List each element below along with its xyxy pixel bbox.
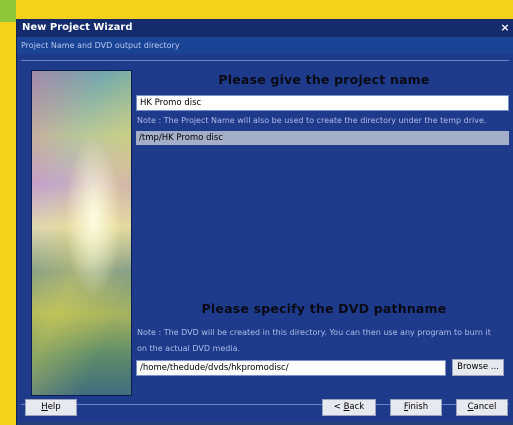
dvd-note-line2: on the actual DVD media.	[137, 344, 241, 353]
divider-top	[21, 60, 509, 61]
temp-directory-field: /tmp/HK Promo disc	[136, 131, 509, 145]
dvd-path-input[interactable]: /home/thedude/dvds/hkpromodisc/	[136, 360, 446, 376]
dvd-pathname-heading: Please specify the DVD pathname	[201, 301, 447, 316]
wizard-step-subtitle: Project Name and DVD output directory	[17, 37, 513, 54]
dvd-note-line1: Note : The DVD will be created in this d…	[137, 328, 491, 337]
project-name-heading: Please give the project name	[218, 72, 430, 87]
cancel-label: ancel	[473, 402, 497, 412]
project-name-input[interactable]: HK Promo disc	[136, 95, 509, 111]
title-bar: New Project Wizard ×	[17, 19, 513, 37]
wizard-window: New Project Wizard × Project Name and DV…	[16, 19, 513, 425]
back-prefix: <	[333, 402, 344, 412]
back-button[interactable]: < Back	[322, 399, 376, 416]
cancel-button[interactable]: Cancel	[456, 399, 508, 416]
close-icon[interactable]: ×	[499, 19, 511, 37]
finish-button[interactable]: Finish	[390, 399, 442, 416]
desktop-background	[0, 0, 16, 22]
back-label: ack	[349, 402, 365, 412]
shuttle-launch-image	[31, 70, 132, 396]
window-title: New Project Wizard	[22, 22, 133, 33]
finish-label: inish	[408, 402, 429, 412]
project-name-note: Note : The Project Name will also be use…	[137, 116, 487, 125]
help-label: elp	[47, 402, 61, 412]
browse-button[interactable]: Browse ...	[452, 359, 504, 376]
help-button[interactable]: Help	[25, 399, 77, 416]
